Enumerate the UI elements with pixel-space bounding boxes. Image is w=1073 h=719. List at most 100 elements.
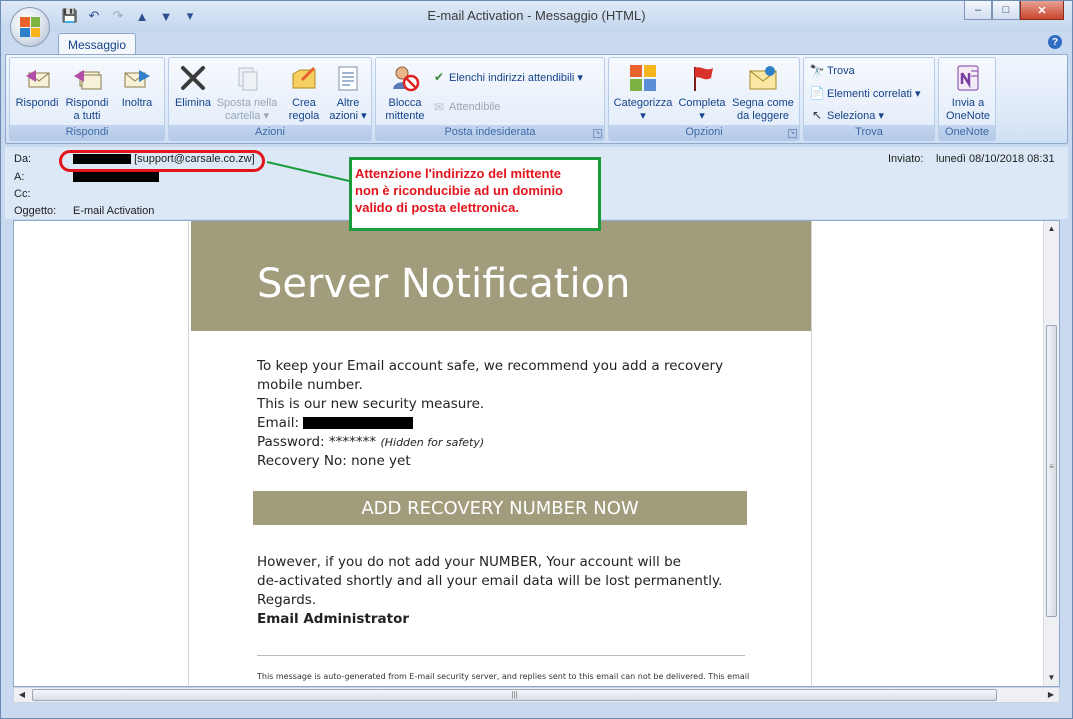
- group-azioni: Elimina Sposta nella cartella ▾ Crea reg…: [168, 57, 372, 141]
- horizontal-scrollbar[interactable]: ◀ ||| ▶: [13, 687, 1060, 703]
- email-banner: Server Notification: [191, 221, 811, 331]
- group-posta-indesiderata: Blocca mittente ✔ Elenchi indirizzi atte…: [375, 57, 605, 141]
- warning-line-1: However, if you do not add your NUMBER, …: [257, 554, 681, 570]
- safe-lists-icon: ✔: [433, 70, 445, 84]
- footer-text: This message is auto-generated from E-ma…: [257, 672, 750, 681]
- vertical-scroll-thumb[interactable]: ≡: [1046, 325, 1057, 617]
- safe-lists-label: Elenchi indirizzi attendibili ▾: [449, 71, 583, 84]
- other-actions-button[interactable]: Altre azioni ▾: [327, 62, 369, 123]
- flag-icon: [686, 62, 718, 94]
- create-rule-label-2: regola: [288, 110, 320, 122]
- reply-all-button[interactable]: Rispondi a tutti: [62, 62, 112, 123]
- scroll-left-arrow-icon[interactable]: ◀: [14, 688, 30, 702]
- mark-unread-button[interactable]: Segna come da leggere: [729, 62, 797, 123]
- reply-icon: [21, 62, 53, 94]
- redacted-email: [303, 417, 414, 429]
- hscroll-grip-icon: |||: [511, 690, 518, 699]
- vertical-scrollbar[interactable]: ▲ ≡ ▼: [1043, 221, 1059, 686]
- from-address: [support@carsale.co.zw]: [134, 153, 255, 165]
- scroll-down-arrow-icon[interactable]: ▼: [1044, 670, 1059, 686]
- redacted-recipient: [73, 172, 159, 182]
- scroll-up-arrow-icon[interactable]: ▲: [1044, 221, 1059, 237]
- mark-unread-icon: [747, 62, 779, 94]
- create-rule-icon: [288, 62, 320, 94]
- office-button[interactable]: [10, 7, 50, 47]
- related-items-icon: 📄: [809, 86, 825, 100]
- scroll-right-arrow-icon[interactable]: ▶: [1043, 688, 1059, 702]
- window-controls: – □ ✕: [964, 1, 1064, 20]
- delete-x-icon: [177, 62, 209, 94]
- complete-label-2: ▾: [699, 110, 705, 122]
- reply-all-label-2: a tutti: [73, 110, 101, 122]
- trusted-button[interactable]: ✉ Attendibile: [432, 98, 500, 116]
- group-onenote: Invia a OneNote OneNote: [938, 57, 996, 141]
- reply-all-icon: [71, 62, 103, 94]
- other-actions-label-2: azioni ▾: [329, 110, 367, 122]
- subject-value: E-mail Activation: [73, 205, 155, 217]
- select-button[interactable]: ↖ Seleziona ▾: [810, 106, 884, 124]
- create-rule-label-1: Crea: [292, 97, 316, 109]
- find-button[interactable]: 🔭 Trova: [810, 62, 855, 80]
- intro-line-1: To keep your Email account safe, we reco…: [257, 358, 724, 374]
- password-row: Password: ******* (Hidden for safety): [257, 433, 757, 452]
- create-rule-button[interactable]: Crea regola: [283, 62, 325, 123]
- group-label-trova: Trova: [804, 125, 934, 140]
- subject-label: Oggetto:: [14, 205, 57, 217]
- group-rispondi: Rispondi Rispondi a tutti Inoltra Rispon…: [9, 57, 165, 141]
- email-label: Email:: [257, 415, 304, 431]
- mark-unread-label-1: Segna come: [732, 97, 794, 109]
- intro-line-2: mobile number.: [257, 377, 363, 393]
- send-to-onenote-button[interactable]: Invia a OneNote: [942, 62, 994, 123]
- block-sender-label-1: Blocca: [388, 97, 422, 109]
- warning-line-3: Regards.: [257, 592, 317, 608]
- annotation-connector-line: [266, 161, 355, 184]
- move-folder-icon: [231, 62, 263, 94]
- window-title: E-mail Activation - Messaggio (HTML): [427, 8, 646, 23]
- block-sender-icon: [389, 62, 421, 94]
- safe-lists-button[interactable]: ✔ Elenchi indirizzi attendibili ▾: [432, 68, 583, 86]
- categorize-label-1: Categorizza: [613, 97, 673, 109]
- posta-launcher-icon[interactable]: ↘: [593, 129, 602, 138]
- related-items-label: Elementi correlati ▾: [827, 87, 921, 100]
- help-icon[interactable]: ?: [1048, 35, 1062, 49]
- categorize-button[interactable]: Categorizza ▾: [611, 62, 675, 123]
- password-note: (Hidden for safety): [380, 436, 485, 449]
- block-sender-button[interactable]: Blocca mittente: [380, 62, 430, 123]
- other-actions-icon: [332, 62, 364, 94]
- group-label-rispondi: Rispondi: [10, 125, 164, 140]
- reply-button[interactable]: Rispondi: [14, 62, 60, 110]
- annotation-line-2: non è riconducibie ad un dominio: [355, 183, 563, 198]
- maximize-button[interactable]: □: [992, 1, 1020, 20]
- warning-line-2: de-activated shortly and all your email …: [257, 573, 723, 589]
- move-to-folder-button[interactable]: Sposta nella cartella ▾: [215, 62, 279, 123]
- email-address-link[interactable]: [303, 415, 414, 431]
- annotation-line-1: Attenzione l'indirizzo del mittente: [355, 166, 562, 181]
- complete-label-1: Completa: [678, 97, 726, 109]
- forward-button[interactable]: Inoltra: [114, 62, 160, 110]
- delete-label: Elimina: [174, 97, 212, 109]
- find-label: Trova: [827, 65, 855, 77]
- related-items-button[interactable]: 📄 Elementi correlati ▾: [810, 84, 921, 102]
- other-actions-label-1: Altre: [336, 97, 360, 109]
- onenote-label-1: Invia a: [951, 97, 985, 109]
- group-opzioni: Categorizza ▾ Completa ▾ Segna come da l…: [608, 57, 800, 141]
- sent-value: lunedì 08/10/2018 08:31: [936, 153, 1055, 165]
- trusted-icon: ✉: [433, 100, 445, 114]
- from-field[interactable]: [support@carsale.co.zw]: [73, 153, 255, 165]
- outlook-message-window: 💾 ↶ ↷ ▲ ▼ ▾ E-mail Activation - Messaggi…: [0, 0, 1073, 719]
- minimize-button[interactable]: –: [964, 1, 992, 20]
- add-recovery-number-button[interactable]: ADD RECOVERY NUMBER NOW: [253, 491, 747, 525]
- move-label-1: Sposta nella: [216, 97, 278, 109]
- message-body-viewport[interactable]: Server Notification To keep your Email a…: [13, 220, 1060, 687]
- forward-icon: [121, 62, 153, 94]
- tab-messaggio[interactable]: Messaggio: [58, 33, 136, 55]
- signature: Email Administrator: [257, 611, 410, 627]
- delete-button[interactable]: Elimina: [173, 62, 213, 110]
- close-button[interactable]: ✕: [1020, 1, 1064, 20]
- horizontal-scroll-thumb[interactable]: |||: [32, 689, 997, 701]
- opzioni-launcher-icon[interactable]: ↘: [788, 129, 797, 138]
- email-row: Email:: [257, 414, 757, 433]
- categorize-label-2: ▾: [640, 110, 646, 122]
- complete-flag-button[interactable]: Completa ▾: [675, 62, 729, 123]
- password-label: Password: *******: [257, 434, 377, 450]
